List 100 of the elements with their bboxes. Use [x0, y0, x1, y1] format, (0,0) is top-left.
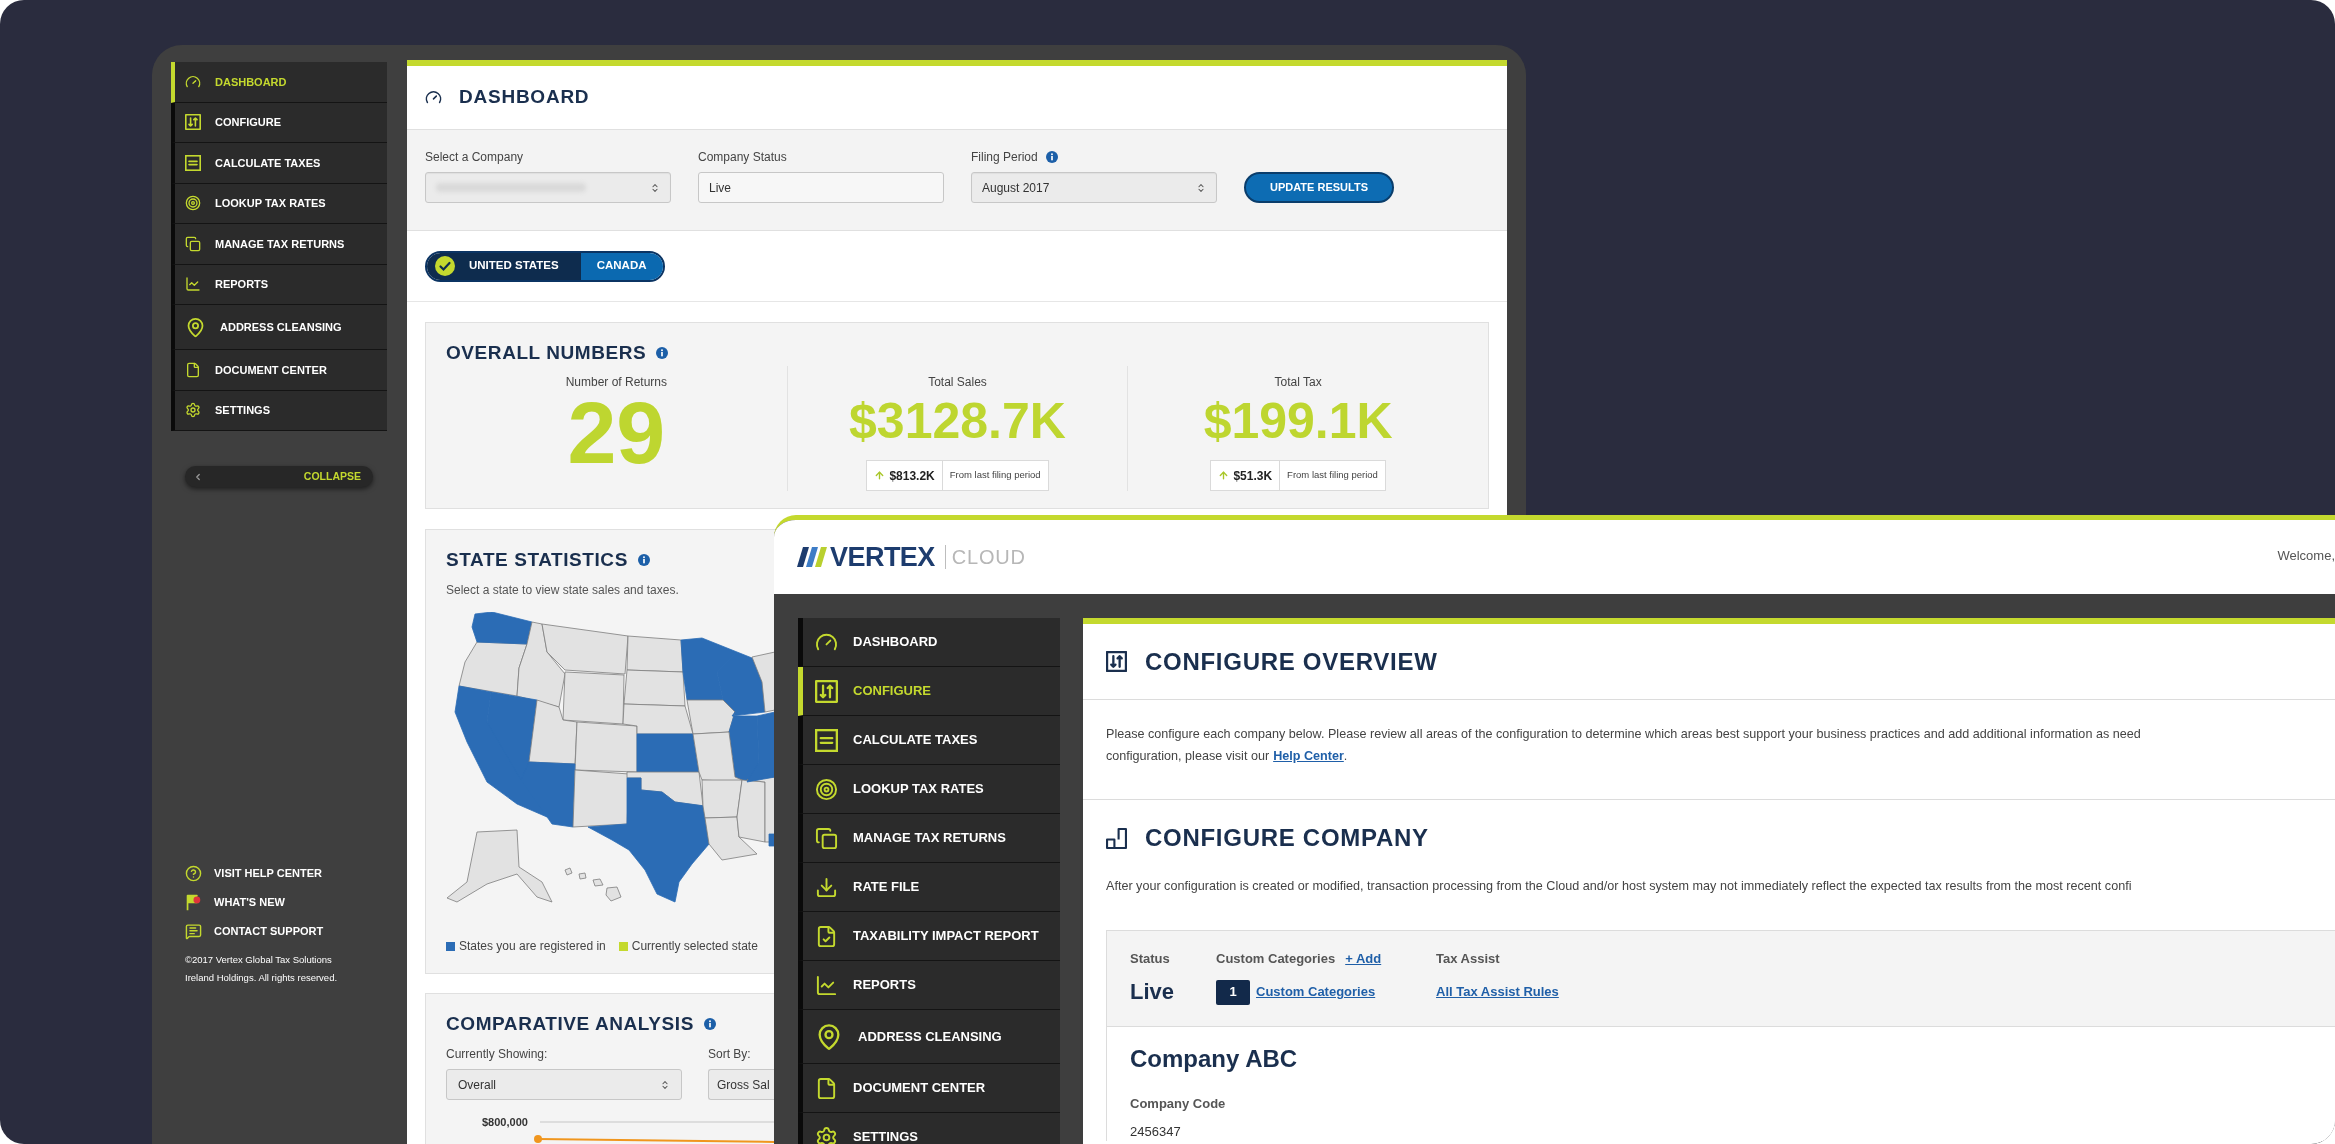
list-icon [185, 154, 201, 171]
sidebar-item[interactable]: SETTINGS [171, 390, 387, 431]
sidebar-item[interactable]: CONFIGURE [171, 102, 387, 143]
sidebar-item[interactable]: DOCUMENT CENTER [171, 350, 387, 391]
sidebar-item[interactable]: REPORTS [798, 961, 1060, 1010]
select-field[interactable]: Overall [446, 1069, 682, 1100]
chevron-left-icon [193, 471, 203, 482]
gauge-icon [425, 89, 442, 106]
arrow-up-icon [1218, 470, 1230, 481]
collapse-button[interactable]: COLLAPSE [185, 466, 373, 487]
select-arrows-icon [660, 1079, 670, 1090]
select-field[interactable]: August 2017 [971, 172, 1217, 203]
card-title: COMPARATIVE ANALYSIS [446, 1011, 694, 1036]
field-label: Company Status [698, 150, 787, 164]
section-title: CONFIGURE OVERVIEW [1145, 646, 1438, 677]
select-arrows-icon [1196, 182, 1206, 193]
select-field[interactable]: Gross Sal [708, 1069, 774, 1100]
metric-label: Total Tax [1274, 374, 1322, 390]
change-value: $813.2K [889, 467, 935, 485]
steps-icon [1106, 827, 1127, 849]
target-icon [815, 777, 838, 801]
legend-label: Currently selected state [631, 938, 758, 954]
metric-value: 29 [567, 389, 666, 477]
metric-value: $3128.7K [849, 396, 1066, 446]
sidebar-item[interactable]: DASHBOARD [171, 62, 387, 103]
sidebar-item[interactable]: DOCUMENT CENTER [798, 1064, 1060, 1113]
company-name: Company ABC [1130, 1044, 1298, 1074]
list-icon [815, 728, 838, 752]
change-note: From last filing period [949, 468, 1041, 483]
summary-label: Tax Assist [1436, 950, 1500, 968]
map-pin-icon [185, 316, 206, 338]
add-link[interactable]: + Add [1345, 950, 1382, 968]
field-label: Currently Showing: [446, 1046, 548, 1062]
metric-value: $199.1K [1203, 396, 1393, 446]
sidebar-item[interactable]: CALCULATE TAXES [171, 143, 387, 184]
summary-label: Custom Categories [1216, 950, 1336, 968]
sidebar-link[interactable]: CONTACT SUPPORT [185, 917, 324, 946]
sliders-icon [815, 679, 838, 703]
section-title: CONFIGURE COMPANY [1145, 823, 1429, 853]
page-title: DASHBOARD [459, 85, 590, 110]
gauge-icon [185, 73, 201, 90]
sidebar-item[interactable]: SETTINGS [798, 1113, 1060, 1144]
sidebar-item[interactable]: ADDRESS CLEANSING [171, 305, 387, 350]
line-chart-icon [185, 276, 201, 293]
field-label: Select a Company [425, 150, 524, 164]
select-field[interactable] [425, 172, 671, 203]
sidebar-link[interactable]: VISIT HELP CENTER [185, 859, 322, 888]
sidebar-item[interactable]: DASHBOARD [798, 618, 1060, 667]
sidebar-item[interactable]: REPORTS [171, 264, 387, 305]
field-label: Filing Period [971, 150, 1038, 164]
sliders-icon [1106, 651, 1127, 672]
sidebar-item[interactable]: CALCULATE TAXES [798, 716, 1060, 765]
select-arrows-icon [650, 182, 660, 193]
card-title: OVERALL NUMBERS [446, 340, 647, 365]
message-icon [185, 923, 202, 940]
tax-assist-link[interactable]: All Tax Assist Rules [1436, 982, 1559, 1002]
copyright-text: ©2017 Vertex Global Tax Solutions Ireland Holdings. All rights reserved. [185, 953, 339, 985]
logo-mark-icon [797, 545, 827, 569]
summary-label: Status [1130, 950, 1170, 968]
sidebar-item[interactable]: RATE FILE [798, 863, 1060, 912]
country-tab[interactable]: UNITED STATES [427, 252, 581, 280]
card-title: STATE STATISTICS [446, 547, 628, 572]
document-icon [815, 1076, 838, 1100]
target-icon [185, 195, 201, 212]
sidebar-link[interactable]: WHAT'S NEW [185, 888, 285, 917]
settings-icon [185, 402, 201, 419]
sidebar-item[interactable]: MANAGE TAX RETURNS [798, 814, 1060, 863]
welcome-text: Welcome, [2277, 547, 2335, 566]
intro-text: Please configure each company below. Please review all areas of the configuration to determine which areas best support your business practices and add additional information as need [1106, 726, 2141, 743]
sidebar-item[interactable]: CONFIGURE [798, 667, 1060, 716]
sidebar-item[interactable]: TAXABILITY IMPACT REPORT [798, 912, 1060, 961]
update-results-button[interactable]: UPDATE RESULTS [1244, 172, 1394, 203]
product-name: CLOUD [951, 547, 1026, 567]
info-icon [703, 1018, 716, 1030]
copy-icon [815, 826, 838, 850]
field-label: Company Code [1130, 1095, 1226, 1113]
change-note: From last filing period [1287, 468, 1378, 483]
sidebar-item[interactable]: MANAGE TAX RETURNS [171, 224, 387, 265]
sidebar-item[interactable]: LOOKUP TAX RATES [171, 183, 387, 224]
download-icon [815, 875, 838, 899]
sidebar-item[interactable]: ADDRESS CLEANSING [798, 1010, 1060, 1064]
intro-text: configuration, please visit our Help Center. [1106, 745, 1348, 767]
legend-label: States you are registered in [459, 938, 606, 954]
card-subtitle: Select a state to view state sales and taxes. [446, 582, 679, 598]
help-center-link[interactable]: Help Center [1273, 745, 1344, 767]
data-point [534, 1135, 542, 1143]
check-icon [435, 256, 455, 276]
change-value: $51.3K [1233, 467, 1273, 485]
line-chart-icon [815, 973, 838, 997]
company-code: 2456347 [1130, 1123, 1181, 1141]
checklist-icon [815, 924, 838, 948]
custom-categories-link[interactable]: Custom Categories [1256, 982, 1376, 1002]
sidebar-item[interactable]: LOOKUP TAX RATES [798, 765, 1060, 814]
metric-label: Total Sales [928, 374, 987, 390]
country-tab[interactable]: CANADA [580, 252, 663, 280]
input-field[interactable]: Live [698, 172, 944, 203]
help-icon [185, 865, 202, 882]
info-icon [656, 347, 669, 359]
brand-name: VERTEX [830, 543, 935, 571]
count-badge: 1 [1216, 979, 1250, 1005]
